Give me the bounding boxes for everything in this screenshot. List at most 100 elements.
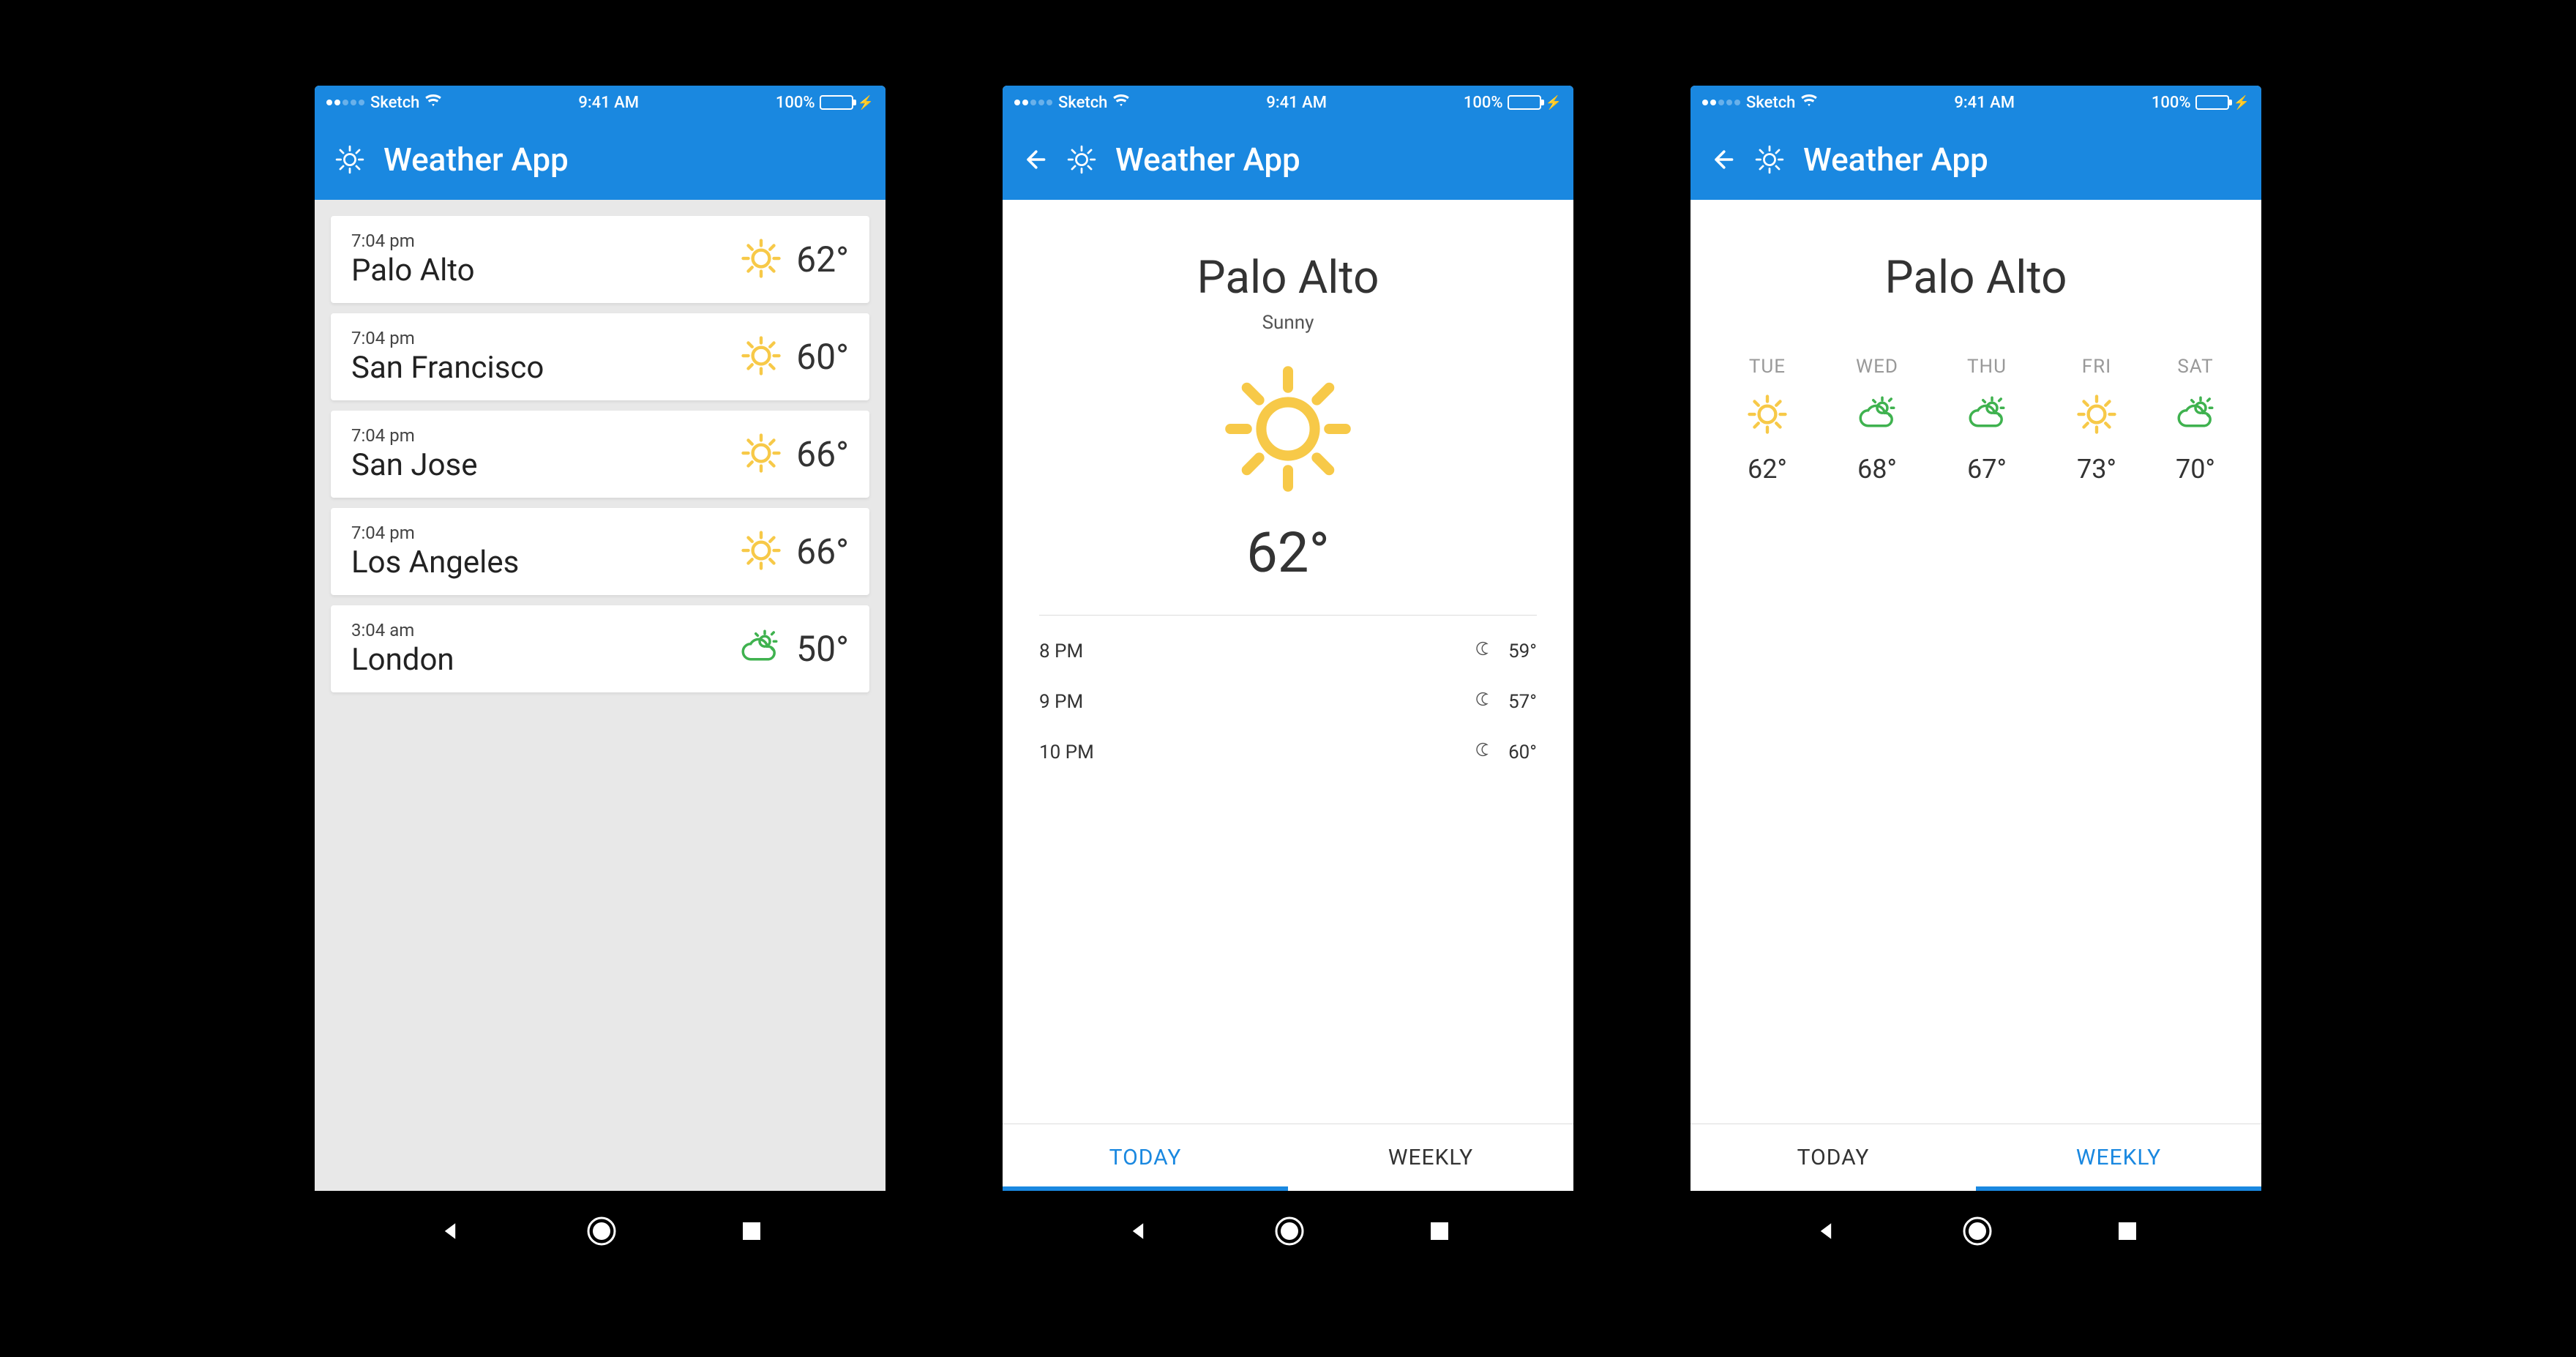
nav-home-icon[interactable] <box>585 1215 618 1247</box>
sun-icon <box>741 238 782 282</box>
app-bar: Weather App <box>315 119 886 200</box>
partly-cloudy-icon <box>1855 394 1899 438</box>
tab-weekly[interactable]: WEEKLY <box>1976 1124 2261 1191</box>
city-card[interactable]: 7:04 pm San Jose 66° <box>331 411 869 498</box>
hour-temp: 59° <box>1508 640 1537 662</box>
city-card[interactable]: 7:04 pm Palo Alto 62° <box>331 216 869 303</box>
nav-back-icon[interactable] <box>1813 1218 1839 1244</box>
app-title: Weather App <box>1803 141 1988 179</box>
hero: Palo Alto <box>1690 200 2261 356</box>
screen: Sketch 9:41 AM 100% ⚡ Weather App <box>1690 86 2261 1191</box>
day-label: SAT <box>2177 356 2213 378</box>
nav-back-icon[interactable] <box>437 1218 463 1244</box>
detail-body: Palo Alto Sunny 62° 8 PM 59° 9 PM <box>1003 200 1573 1191</box>
day-temp: 62° <box>1748 454 1787 485</box>
city-name: San Francisco <box>351 350 544 386</box>
sun-icon <box>1222 363 1354 498</box>
hourly-list[interactable]: 8 PM 59° 9 PM 57° 10 PM <box>1003 616 1573 1124</box>
android-nav-bar <box>1003 1191 1573 1271</box>
status-bar: Sketch 9:41 AM 100% ⚡ <box>315 86 886 119</box>
day-column[interactable]: WED 68° <box>1822 356 1932 485</box>
city-time: 3:04 am <box>351 620 454 640</box>
nav-recent-icon[interactable] <box>740 1219 763 1243</box>
app-title: Weather App <box>1115 141 1300 179</box>
status-time: 9:41 AM <box>1954 94 2015 112</box>
city-card[interactable]: 7:04 pm San Francisco 60° <box>331 313 869 400</box>
hourly-row: 9 PM 57° <box>1039 676 1537 727</box>
day-temp: 67° <box>1967 454 2007 485</box>
charging-icon: ⚡ <box>858 95 874 111</box>
signal-dots-icon <box>326 100 364 105</box>
day-column[interactable]: FRI 73° <box>2042 356 2152 485</box>
hour-temp: 57° <box>1508 691 1537 713</box>
day-column[interactable]: SAT 70° <box>2152 356 2239 485</box>
weekly-city: Palo Alto <box>1690 251 2261 304</box>
city-temp: 50° <box>796 628 849 670</box>
weekly-body: Palo Alto TUE 62° WED 68° THU 67° <box>1690 200 2261 1191</box>
app-title: Weather App <box>383 141 569 179</box>
signal-dots-icon <box>1014 100 1052 105</box>
partly-cloudy-icon <box>738 627 782 671</box>
day-label: THU <box>1967 356 2007 378</box>
nav-recent-icon[interactable] <box>2116 1219 2139 1243</box>
detail-city: Palo Alto <box>1197 251 1379 304</box>
signal-dots-icon <box>1702 100 1740 105</box>
back-arrow-icon[interactable] <box>1710 146 1736 173</box>
day-column[interactable]: THU 67° <box>1932 356 2042 485</box>
android-nav-bar <box>1690 1191 2261 1271</box>
city-name: San Jose <box>351 447 477 483</box>
battery-label: 100% <box>776 94 815 112</box>
partly-cloudy-icon <box>2174 394 2217 438</box>
phone-detail-weekly: Sketch 9:41 AM 100% ⚡ Weather App <box>1690 86 2261 1271</box>
city-card[interactable]: 3:04 am London 50° <box>331 605 869 692</box>
sun-icon <box>741 530 782 574</box>
hero: Palo Alto Sunny 62° <box>1003 200 1573 615</box>
city-name: London <box>351 642 454 678</box>
sun-icon <box>741 335 782 379</box>
city-card[interactable]: 7:04 pm Los Angeles 66° <box>331 508 869 595</box>
day-label: WED <box>1856 356 1898 378</box>
battery-icon <box>2195 95 2229 110</box>
partly-cloudy-icon <box>1965 394 2009 438</box>
status-time: 9:41 AM <box>578 94 639 112</box>
status-bar: Sketch 9:41 AM 100% ⚡ <box>1690 86 2261 119</box>
sun-icon <box>2076 394 2117 438</box>
app-bar: Weather App <box>1690 119 2261 200</box>
day-temp: 73° <box>2077 454 2116 485</box>
nav-recent-icon[interactable] <box>1428 1219 1451 1243</box>
battery-icon <box>1508 95 1541 110</box>
city-temp: 66° <box>796 531 849 572</box>
detail-temp: 62° <box>1246 520 1330 586</box>
day-strip[interactable]: TUE 62° WED 68° THU 67° FRI 73° <box>1690 356 2261 485</box>
day-label: FRI <box>2082 356 2111 378</box>
sun-icon <box>1747 394 1788 438</box>
charging-icon: ⚡ <box>2234 95 2250 111</box>
android-nav-bar <box>315 1191 886 1271</box>
carrier-label: Sketch <box>1058 94 1107 112</box>
app-bar: Weather App <box>1003 119 1573 200</box>
status-bar: Sketch 9:41 AM 100% ⚡ <box>1003 86 1573 119</box>
day-label: TUE <box>1749 356 1786 378</box>
wifi-icon <box>1801 94 1817 111</box>
sun-icon <box>741 433 782 476</box>
city-list[interactable]: 7:04 pm Palo Alto 62° 7:04 pm San Franci… <box>315 200 886 1191</box>
nav-home-icon[interactable] <box>1273 1215 1306 1247</box>
day-column[interactable]: TUE 62° <box>1712 356 1822 485</box>
tab-weekly[interactable]: WEEKLY <box>1288 1124 1573 1191</box>
battery-label: 100% <box>2152 94 2191 112</box>
tab-today[interactable]: TODAY <box>1690 1124 1976 1191</box>
status-time: 9:41 AM <box>1266 94 1327 112</box>
nav-back-icon[interactable] <box>1125 1218 1151 1244</box>
city-temp: 62° <box>796 239 849 280</box>
back-arrow-icon[interactable] <box>1022 146 1048 173</box>
battery-icon <box>820 95 853 110</box>
screen: Sketch 9:41 AM 100% ⚡ Weather App <box>1003 86 1573 1191</box>
moon-icon <box>1473 638 1495 665</box>
city-time: 7:04 pm <box>351 231 475 251</box>
tab-today[interactable]: TODAY <box>1003 1124 1288 1191</box>
tab-bar: TODAY WEEKLY <box>1690 1124 2261 1191</box>
city-temp: 66° <box>796 433 849 475</box>
nav-home-icon[interactable] <box>1961 1215 1993 1247</box>
city-time: 7:04 pm <box>351 328 544 348</box>
hourly-row: 10 PM 60° <box>1039 727 1537 777</box>
